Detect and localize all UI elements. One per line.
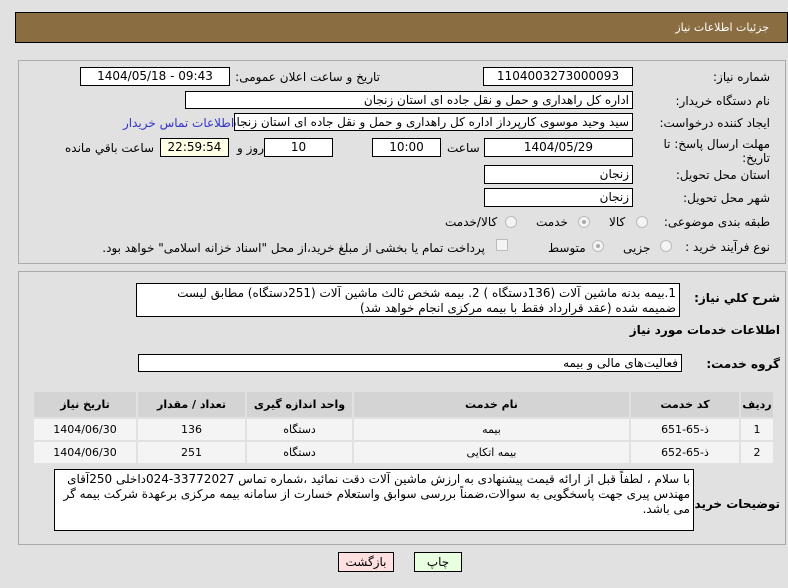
creator-label: ایجاد کننده درخواست: (659, 116, 770, 130)
city-field: زنجان (484, 188, 633, 207)
cell-qty: 251 (138, 442, 245, 463)
category-radio-goods[interactable] (636, 216, 648, 228)
deadline-time-field: 10:00 (372, 138, 441, 157)
category-radio-service[interactable] (578, 216, 590, 228)
province-label: استان محل تحویل: (675, 168, 770, 182)
cell-name: بیمه اتکایی (354, 442, 629, 463)
category-option-service: خدمت (536, 215, 568, 229)
col-header-qty: تعداد / مقدار (138, 392, 245, 417)
time-remaining-field: 22:59:54 (160, 138, 229, 157)
announce-field: 1404/05/18 - 09:43 (80, 67, 230, 86)
province-field: زنجان (484, 165, 633, 184)
cell-row: 2 (741, 442, 773, 463)
back-button[interactable]: بازگشت (338, 552, 394, 572)
service-group-label: گروه خدمت: (706, 357, 780, 371)
cell-date: 1404/06/30 (34, 442, 136, 463)
cell-name: بیمه (354, 419, 629, 440)
city-label: شهر محل تحویل: (683, 191, 770, 205)
deadline-label: مهلت ارسال پاسخ: تا تاریخ: (663, 137, 770, 165)
payment-note: پرداخت تمام یا بخشی از مبلغ خرید،از محل … (102, 241, 485, 255)
days-label: روز و (237, 141, 264, 155)
process-radio-medium[interactable] (592, 240, 604, 252)
need-number-label: شماره نیاز: (713, 70, 770, 84)
need-number-field: 1104003273000093 (483, 67, 633, 86)
category-option-goods: كالا (609, 215, 626, 229)
process-label: نوع فرآیند خرید : (685, 240, 770, 254)
process-option-minor: جزیی (623, 241, 651, 255)
cell-unit: دستگاه (247, 442, 352, 463)
service-group-field: فعالیت‌های مالی و بیمه (138, 354, 682, 372)
announce-label: تاریخ و ساعت اعلان عمومی: (235, 70, 380, 84)
buyer-org-label: نام دستگاه خریدار: (675, 94, 771, 108)
days-remaining-field: 10 (264, 138, 333, 157)
col-header-name: نام خدمت (354, 392, 629, 417)
col-header-row: ردیف (741, 392, 773, 417)
cell-qty: 136 (138, 419, 245, 440)
print-button[interactable]: چاپ (414, 552, 462, 572)
buyer-org-field: اداره کل راهداری و حمل و نقل جاده ای است… (185, 91, 633, 109)
services-table: ردیف کد خدمت نام خدمت واحد اندازه گیری ت… (32, 390, 775, 465)
table-row: 2 ذ-65-652 بیمه اتکایی دستگاه 251 1404/0… (34, 442, 773, 463)
cell-unit: دستگاه (247, 419, 352, 440)
cell-row: 1 (741, 419, 773, 440)
col-header-unit: واحد اندازه گیری (247, 392, 352, 417)
col-header-code: کد خدمت (631, 392, 739, 417)
cell-code: ذ-65-651 (631, 419, 739, 440)
description-label: شرح کلي نياز: (694, 291, 780, 305)
cell-date: 1404/06/30 (34, 419, 136, 440)
page-title: جزئیات اطلاعات نیاز (675, 21, 769, 34)
category-option-both: كالا/خدمت (445, 215, 498, 229)
treasury-payment-checkbox[interactable] (496, 239, 508, 251)
creator-field: سید وحید موسوی کارپرداز اداره کل راهداری… (234, 113, 633, 131)
process-radio-minor[interactable] (660, 240, 672, 252)
category-label: طبقه بندی موضوعی: (663, 215, 770, 229)
deadline-date-field: 1404/05/29 (484, 138, 633, 157)
buyer-contact-link[interactable]: اطلاعات تماس خریدار (123, 116, 234, 130)
services-section-title: اطلاعات خدمات مورد نیاز (629, 323, 780, 337)
col-header-date: تاریخ نیاز (34, 392, 136, 417)
cell-code: ذ-65-652 (631, 442, 739, 463)
process-option-medium: متوسط (548, 241, 586, 255)
category-radio-both[interactable] (505, 216, 517, 228)
description-textarea[interactable]: 1.بیمه بدنه ماشین آلات (136دستگاه ) 2. ب… (136, 283, 680, 317)
remaining-label: ساعت باقي مانده (65, 141, 155, 155)
table-row: 1 ذ-65-651 بیمه دستگاه 136 1404/06/30 (34, 419, 773, 440)
buyer-notes-textarea[interactable]: با سلام ، لطفاً قبل از ارائه قیمت پیشنها… (54, 469, 694, 531)
page-header: جزئیات اطلاعات نیاز (15, 12, 788, 43)
time-label: ساعت (447, 141, 480, 155)
